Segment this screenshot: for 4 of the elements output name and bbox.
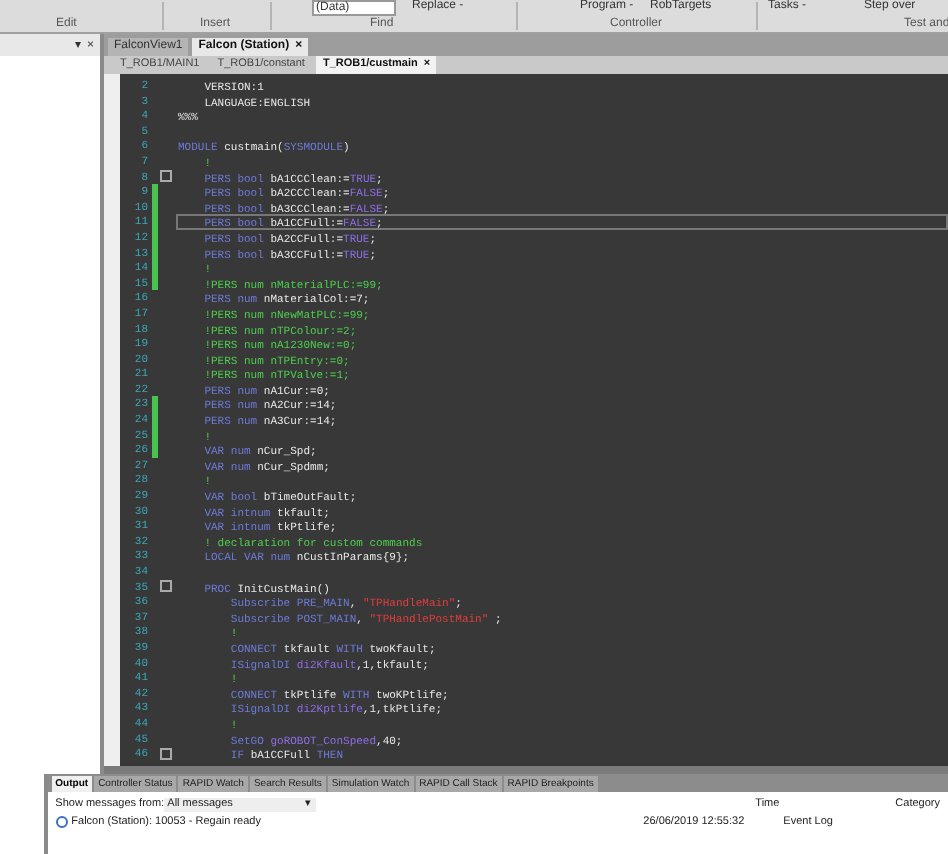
info-icon bbox=[55, 816, 68, 828]
fold-toggle[interactable] bbox=[160, 580, 172, 593]
fold-toggle[interactable] bbox=[160, 170, 172, 183]
fold-toggle[interactable] bbox=[160, 747, 172, 760]
